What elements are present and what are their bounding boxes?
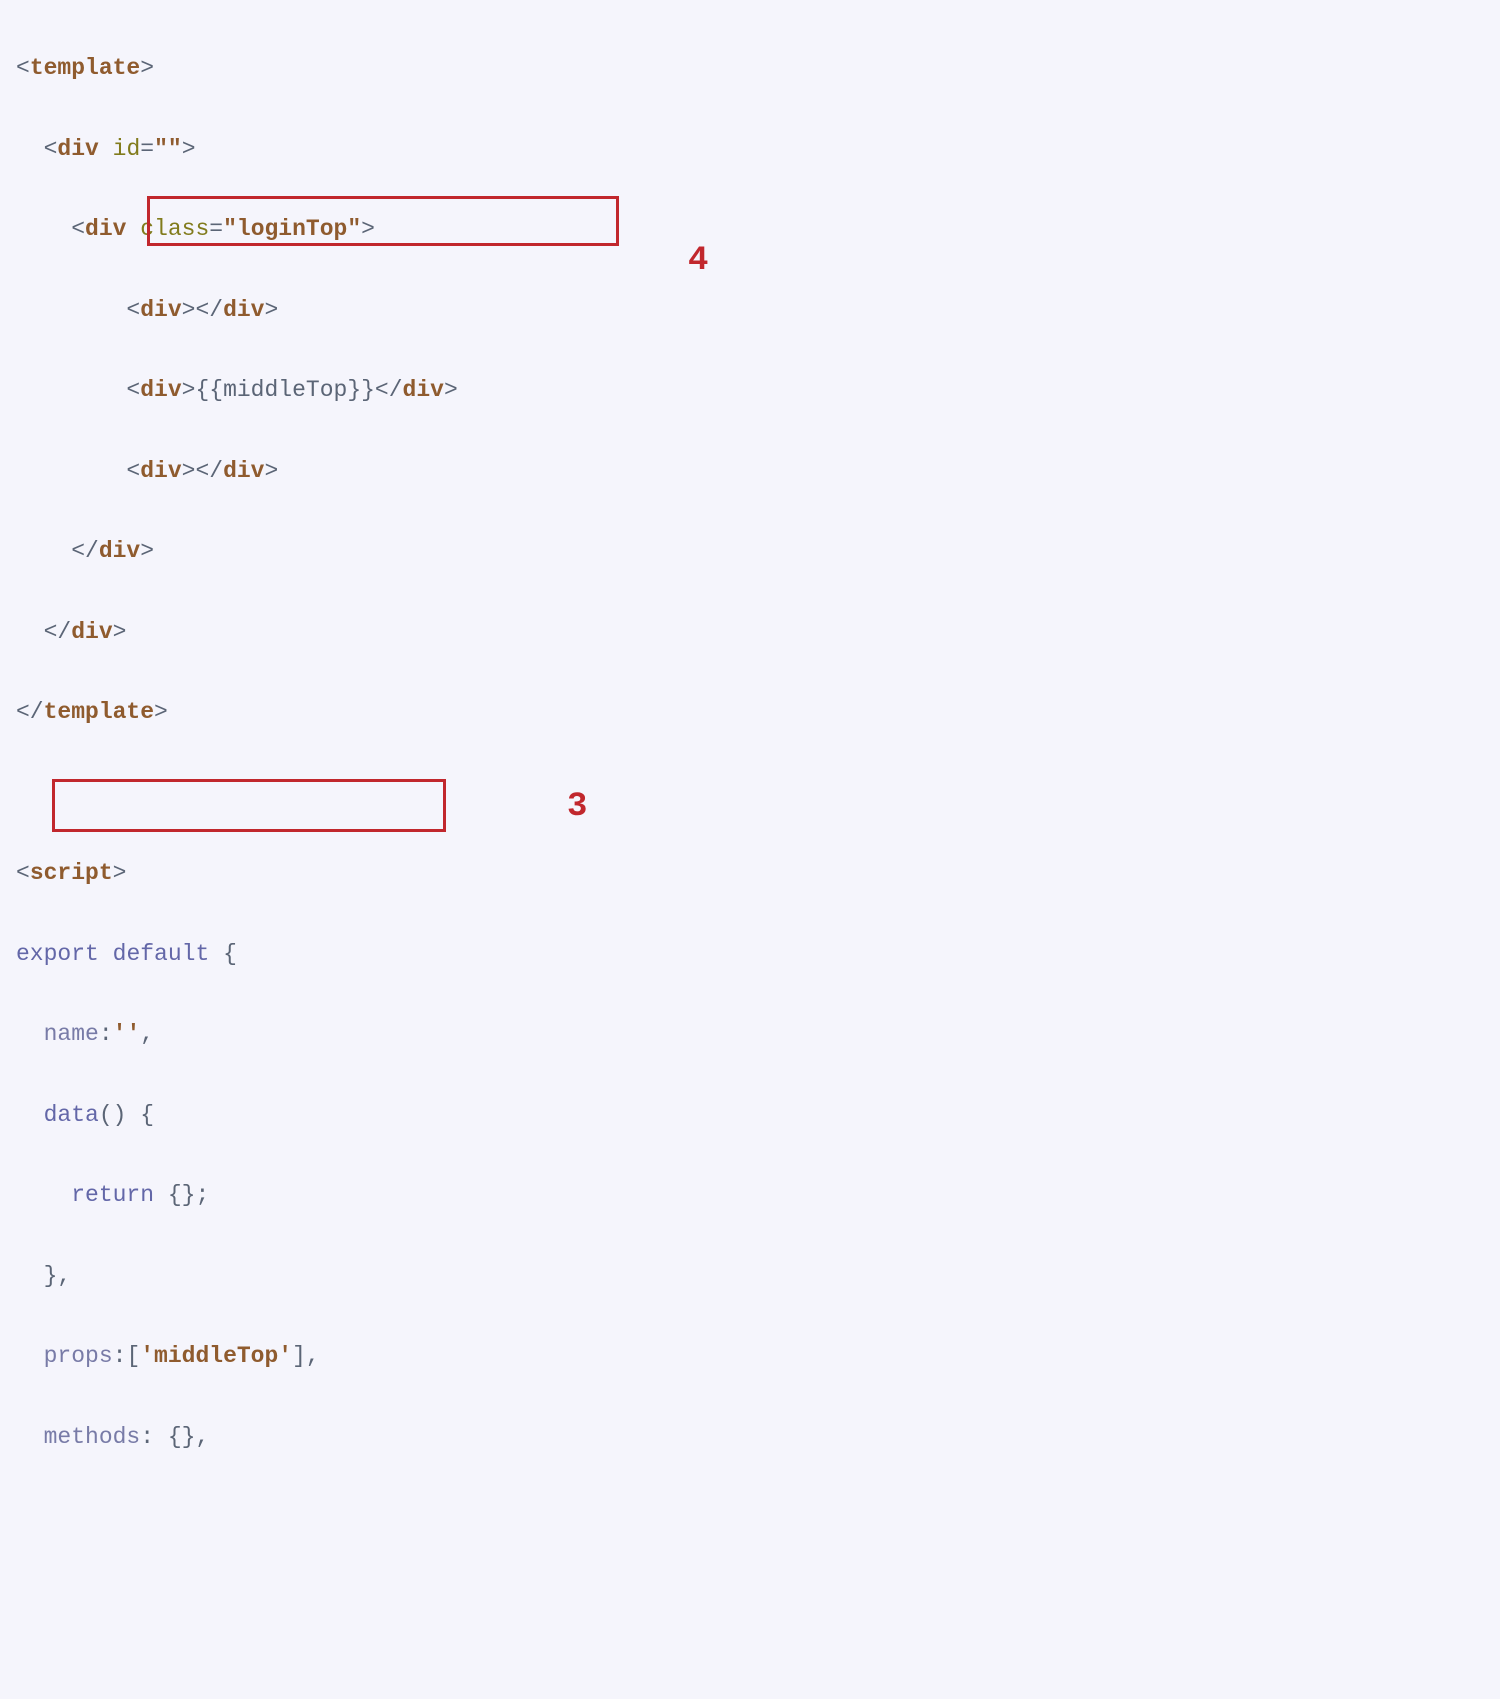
code-block: <template> <div id=""> <div class="login… [16, 8, 1484, 1699]
class-value: "loginTop" [223, 216, 361, 242]
attr-class: class [140, 216, 209, 242]
key-methods: methods [44, 1424, 141, 1450]
kw-default: default [113, 941, 210, 967]
code-line-8: </div> [16, 612, 1484, 652]
code-line-17: methods: {}, [16, 1417, 1484, 1457]
code-line-16: props:['middleTop'], [16, 1336, 1484, 1376]
tag-script: script [30, 860, 113, 886]
name-value: '' [113, 1021, 141, 1047]
props-value: 'middleTop' [140, 1343, 292, 1369]
tag-div: div [85, 216, 126, 242]
mustache-close: }} [347, 377, 375, 403]
key-props: props [44, 1343, 113, 1369]
attr-id: id [113, 136, 141, 162]
tag-div: div [57, 136, 98, 162]
code-line-3: <div class="loginTop"> [16, 209, 1484, 249]
id-value: "" [154, 136, 182, 162]
code-line-4: <div></div> [16, 290, 1484, 330]
angle-close: > [140, 55, 154, 81]
var-middleTop: middleTop [223, 377, 347, 403]
kw-return: return [71, 1182, 154, 1208]
code-line-15: }, [16, 1256, 1484, 1296]
code-line-7: </div> [16, 531, 1484, 571]
code-line-14: return {}; [16, 1175, 1484, 1215]
angle-open: < [16, 55, 30, 81]
annotation-4: 4 [688, 232, 708, 292]
code-line-2: <div id=""> [16, 129, 1484, 169]
mustache-open: {{ [195, 377, 223, 403]
annotation-3: 3 [567, 778, 587, 838]
code-line-5: <div>{{middleTop}}</div> [16, 370, 1484, 410]
key-name: name [44, 1021, 99, 1047]
tag-template: template [30, 55, 140, 81]
code-line-11: export default { [16, 934, 1484, 974]
code-line-blank [16, 773, 1484, 813]
kw-export: export [16, 941, 99, 967]
code-line-12: name:'', [16, 1014, 1484, 1054]
code-line-9: </template> [16, 692, 1484, 732]
code-line-1: <template> [16, 48, 1484, 88]
code-line-6: <div></div> [16, 451, 1484, 491]
code-line-13: data() { [16, 1095, 1484, 1135]
code-line-10: <script> [16, 853, 1484, 893]
fn-data: data [44, 1102, 99, 1128]
tag-template-close: template [44, 699, 154, 725]
